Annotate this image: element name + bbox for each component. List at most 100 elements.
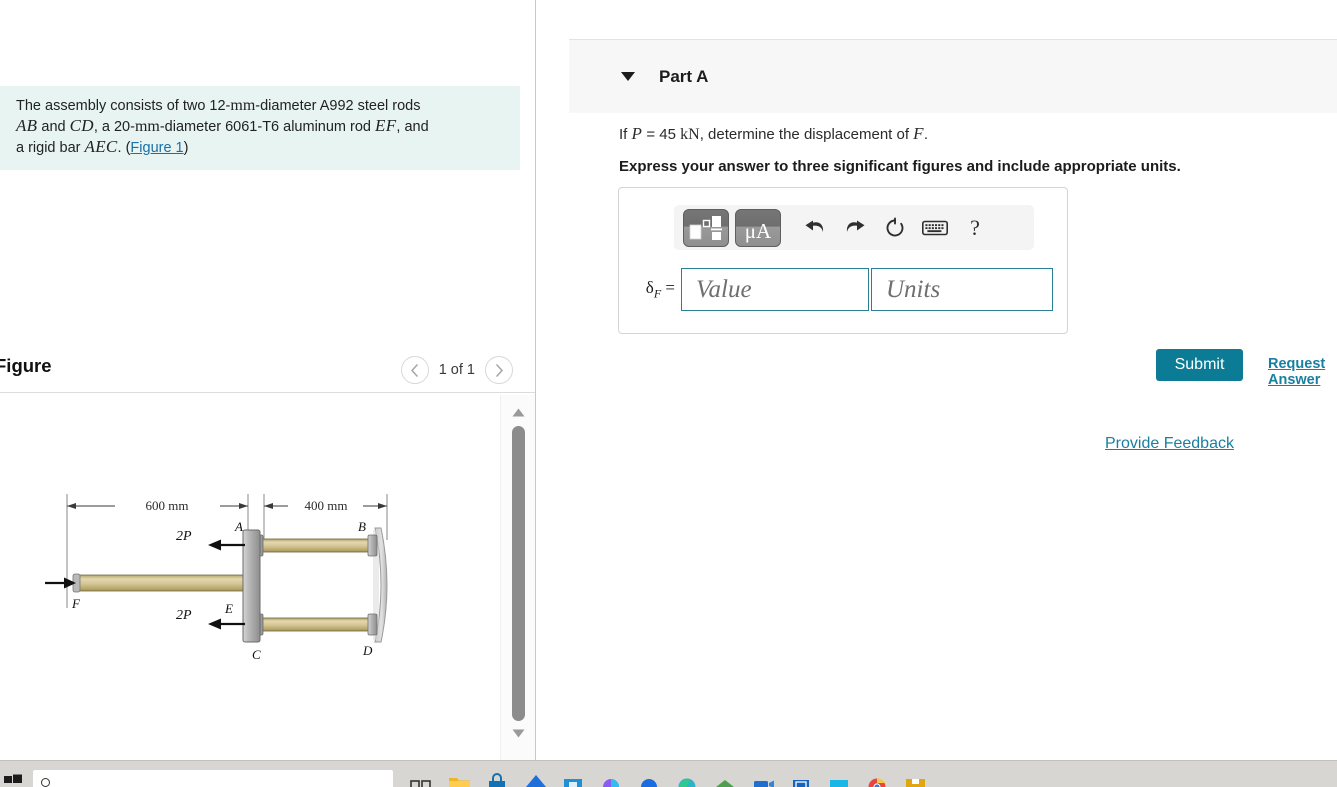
variable-aec: AEC [84, 137, 118, 156]
windows-taskbar [0, 760, 1337, 787]
figure-navigation: 1 of 1 [400, 356, 513, 384]
outlook-icon[interactable] [638, 769, 660, 787]
point-label-C: C [252, 647, 261, 662]
undo-glyph-icon [805, 220, 824, 232]
chevron-right-icon [495, 363, 503, 377]
provide-feedback-link[interactable]: Provide Feedback [1105, 435, 1234, 453]
problem-text-line1a: The assembly consists of two 12- [16, 98, 231, 114]
scrollbar-track[interactable] [512, 426, 525, 721]
taskbar-search-input[interactable] [33, 770, 393, 787]
zoom-icon[interactable] [752, 769, 774, 787]
keyboard-glyph-icon [922, 220, 948, 235]
question-period: . [923, 126, 929, 143]
variable-ef: EF [375, 116, 397, 135]
problem-text-line1b: -diameter A992 steel rods [255, 98, 421, 114]
assembly-diagram: 600 mm 400 mm F 2P 2P A B C D E [45, 494, 388, 662]
media-icon[interactable] [828, 769, 850, 787]
triangle-up-icon [512, 408, 525, 416]
answer-instruction: Express your answer to three significant… [619, 158, 1181, 175]
problem-text-line3a: a rigid bar [16, 140, 85, 156]
answer-variable-label: δF = [635, 278, 681, 301]
figure-scrollbar[interactable] [500, 395, 535, 760]
teams-icon[interactable] [562, 769, 584, 787]
unit-mm-1: mm [230, 97, 256, 114]
scrollbar-up-arrow[interactable] [501, 401, 535, 423]
store-icon[interactable] [486, 769, 508, 787]
point-label-B: B [358, 519, 366, 534]
problem-text-line2c: , and [396, 119, 429, 135]
edge-icon[interactable] [676, 769, 698, 787]
delta-symbol: δ [645, 277, 654, 297]
force-label-2P-bottom: 2P [176, 608, 192, 623]
request-answer-link[interactable]: Request Answer [1268, 356, 1337, 388]
explorer-folder-icon[interactable] [904, 769, 926, 787]
part-a-header[interactable]: Part A [569, 39, 1337, 113]
answer-value-input[interactable]: Value [681, 268, 869, 311]
variable-ab: AB [16, 116, 38, 135]
minecraft-icon[interactable] [714, 769, 736, 787]
onedrive-icon[interactable] [524, 769, 546, 787]
chevron-down-icon[interactable] [621, 72, 635, 81]
rigid-bar-aec [242, 529, 261, 643]
help-question-mark-icon: ? [970, 214, 980, 240]
question-equals: = 45 [642, 126, 681, 143]
variable-F-question: F [913, 124, 924, 143]
word-icon[interactable] [790, 769, 812, 787]
units-micro-angstrom-icon[interactable]: μA [735, 208, 781, 247]
taskbar-app-icons [410, 769, 926, 787]
reset-glyph-icon [886, 217, 904, 236]
math-template-icon[interactable] [683, 208, 729, 247]
answer-entry-box: μA ? δF = Value Units [618, 187, 1068, 334]
right-pane: Part A If P = 45 kN, determine the displ… [536, 0, 1337, 760]
part-a-label: Part A [659, 66, 709, 86]
keyboard-icon[interactable] [915, 209, 955, 247]
unit-kN: kN [680, 126, 700, 143]
left-pane: The assembly consists of two 12-mm-diame… [0, 0, 535, 760]
answer-row: δF = Value Units [635, 268, 1053, 311]
rod-cd [257, 617, 377, 632]
equals-symbol: = [661, 277, 675, 297]
redo-glyph-icon [846, 220, 865, 232]
dimension-600mm: 600 mm [146, 498, 189, 513]
windows-start-icon[interactable] [2, 770, 24, 787]
figure-viewport: 600 mm 400 mm F 2P 2P A B C D E [0, 395, 500, 760]
scrollbar-down-arrow[interactable] [501, 722, 535, 744]
rod-ef [76, 574, 250, 592]
units-tile-label: μA [744, 219, 772, 243]
problem-text-line2a: , a 20- [93, 119, 135, 135]
file-explorer-icon[interactable] [448, 769, 470, 787]
question-suffix: , determine the displacement of [699, 126, 914, 143]
redo-arrow-icon[interactable] [835, 209, 875, 247]
point-label-A: A [234, 519, 243, 534]
problem-text-line2b: -diameter 6061-T6 aluminum rod [159, 119, 376, 135]
point-label-F: F [71, 596, 81, 611]
figure-prev-button[interactable] [400, 356, 429, 384]
figure-1-link[interactable]: Figure 1 [130, 140, 183, 156]
rod-ab [257, 538, 377, 553]
triangle-down-icon [512, 729, 525, 737]
help-button[interactable]: ? [955, 209, 995, 247]
chrome-icon[interactable] [866, 769, 888, 787]
start-glyph-icon [4, 774, 22, 783]
problem-text-line3b: . ( [117, 140, 131, 156]
figure-title: Figure [0, 355, 52, 376]
problem-text-line3c: ) [183, 140, 189, 156]
math-toolbar: μA ? [674, 205, 1034, 250]
browser-page: The assembly consists of two 12-mm-diame… [0, 0, 1337, 787]
scrollbar-thumb[interactable] [512, 426, 525, 721]
answer-units-input[interactable]: Units [871, 268, 1053, 311]
submit-button[interactable]: Submit [1156, 349, 1243, 381]
figure-next-button[interactable] [485, 356, 513, 384]
undo-arrow-icon[interactable] [795, 209, 835, 247]
problem-statement: The assembly consists of two 12-mm-diame… [0, 86, 520, 170]
dimension-400mm: 400 mm [305, 498, 348, 513]
point-label-E: E [224, 601, 233, 616]
unit-mm-2: mm [134, 118, 160, 135]
reset-circular-arrow-icon[interactable] [875, 209, 915, 247]
conjunction-and: and [37, 119, 70, 135]
taskview-icon[interactable] [410, 769, 432, 787]
chevron-left-icon [411, 363, 419, 377]
force-label-2P-top: 2P [176, 529, 192, 544]
variable-P: P [631, 124, 643, 143]
copilot-icon[interactable] [600, 769, 622, 787]
